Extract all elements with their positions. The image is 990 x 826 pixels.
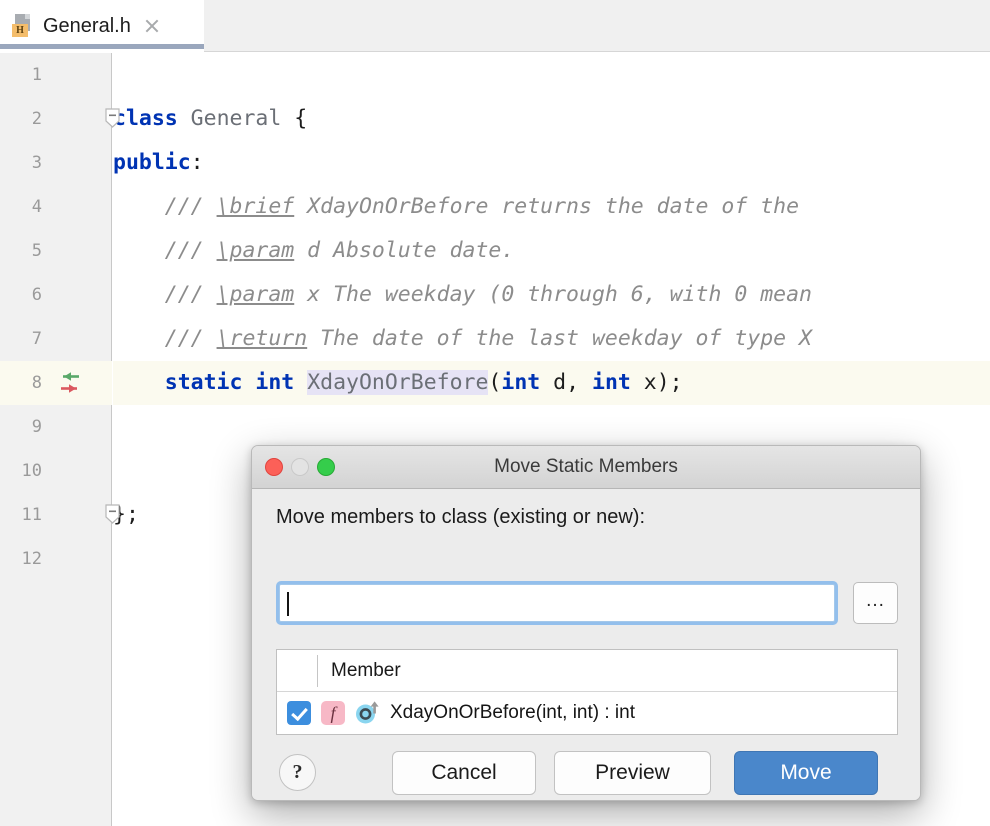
code-token-param: d, xyxy=(540,370,592,395)
screen: H General.h 1 2 3 4 5 6 7 8 9 10 11 12 c… xyxy=(0,0,990,826)
move-static-members-dialog: Move Static Members Move members to clas… xyxy=(251,445,921,801)
gutter-row: 8 xyxy=(0,361,112,405)
code-token-doc-tag: \param xyxy=(216,282,295,307)
preview-button[interactable]: Preview xyxy=(554,751,711,795)
table-row[interactable]: f XdayOnOrBefore(int, int): int xyxy=(277,692,897,734)
gutter-row: 6 xyxy=(0,273,112,317)
fold-collapse-icon[interactable] xyxy=(105,504,120,524)
gutter-row: 4 xyxy=(0,185,112,229)
gutter-row: 3 xyxy=(0,141,112,185)
line-number: 12 xyxy=(21,549,42,569)
member-label: XdayOnOrBefore(int, int) : int xyxy=(390,702,635,723)
dialog-title-bar[interactable]: Move Static Members xyxy=(252,446,920,489)
line-number: 2 xyxy=(31,109,42,129)
browse-class-button[interactable]: ... xyxy=(853,582,898,624)
close-icon[interactable] xyxy=(143,17,161,35)
gutter-row: 7 xyxy=(0,317,112,361)
code-line: /// \param x The weekday (0 through 6, w… xyxy=(113,273,990,317)
gutter-row: 10 xyxy=(0,449,112,493)
implemented-declared-arrows-icon[interactable] xyxy=(55,370,85,396)
code-token-selected-identifier: XdayOnOrBefore xyxy=(307,370,489,395)
code-line: /// \return The date of the last weekday… xyxy=(113,317,990,361)
column-header-member: Member xyxy=(331,660,401,681)
code-token-comment: /// xyxy=(164,282,217,307)
help-button[interactable]: ? xyxy=(279,754,316,791)
code-line: /// \brief XdayOnOrBefore returns the da… xyxy=(113,185,990,229)
code-token-comment: /// xyxy=(164,238,217,263)
code-token-punct: { xyxy=(294,106,308,131)
code-token-comment: x The weekday (0 through 6, with 0 mean xyxy=(294,282,812,307)
code-token-keyword: public xyxy=(113,150,191,175)
header-file-badge-label: H xyxy=(12,24,28,37)
target-class-label: Move members to class (existing or new): xyxy=(276,506,646,528)
ide-window: H General.h 1 2 3 4 5 6 7 8 9 10 11 12 c… xyxy=(0,0,990,826)
code-token-comment: d Absolute date. xyxy=(294,238,515,263)
header-file-icon: H xyxy=(12,14,34,38)
code-token-keyword: class xyxy=(113,106,178,131)
code-token-keyword: int xyxy=(501,370,541,395)
static-member-icon xyxy=(354,700,381,726)
function-badge-icon: f xyxy=(321,701,345,725)
code-line: /// \param d Absolute date. xyxy=(113,229,990,273)
code-token-identifier: General xyxy=(177,106,295,131)
code-line: class General { xyxy=(113,97,990,141)
target-class-input[interactable] xyxy=(279,584,835,622)
fold-collapse-icon[interactable] xyxy=(105,108,120,128)
line-number: 1 xyxy=(31,65,42,85)
line-number: 10 xyxy=(21,461,42,481)
line-number: 11 xyxy=(21,505,42,525)
target-class-focus-ring xyxy=(276,581,838,625)
text-caret xyxy=(287,592,289,616)
gutter-row: 1 xyxy=(0,53,112,97)
code-token-keyword: static xyxy=(164,370,243,395)
active-tab-underline xyxy=(0,44,204,49)
line-number: 3 xyxy=(31,153,42,173)
move-button[interactable]: Move xyxy=(734,751,878,795)
gutter-row: 9 xyxy=(0,405,112,449)
line-number: 6 xyxy=(31,285,42,305)
code-token-doc-tag: \param xyxy=(216,238,295,263)
gutter-row: 5 xyxy=(0,229,112,273)
code-token-comment: /// xyxy=(164,194,217,219)
code-token-punct: ( xyxy=(488,370,502,395)
column-separator xyxy=(317,655,318,687)
code-token-comment: XdayOnOrBefore returns the date of the xyxy=(294,194,800,219)
line-number: 7 xyxy=(31,329,42,349)
code-token-comment: /// xyxy=(164,326,217,351)
gutter-row: 12 xyxy=(0,537,112,581)
gutter-row: 11 xyxy=(0,493,120,537)
code-token-doc-tag: \brief xyxy=(216,194,295,219)
line-number: 5 xyxy=(31,241,42,261)
target-class-row: ... xyxy=(276,581,898,625)
members-table-header: Member xyxy=(277,650,897,692)
editor-tab-bar: H General.h xyxy=(0,0,990,52)
line-number: 4 xyxy=(31,197,42,217)
dialog-title: Move Static Members xyxy=(494,456,678,477)
code-line: public: xyxy=(113,141,990,185)
code-token-keyword: int xyxy=(255,370,295,395)
line-number: 9 xyxy=(31,417,42,437)
gutter-row: 2 xyxy=(0,97,120,141)
checkbox-checked-icon[interactable] xyxy=(287,701,311,725)
editor-tab-label: General.h xyxy=(43,14,131,37)
members-table[interactable]: Member f XdayOnOrBefore(int, int): int xyxy=(276,649,898,735)
code-token-doc-tag: \return xyxy=(216,326,308,351)
code-token-punct: : xyxy=(190,150,204,175)
cancel-button[interactable]: Cancel xyxy=(392,751,536,795)
line-number: 8 xyxy=(31,373,42,393)
code-token-comment: The date of the last weekday of type X xyxy=(307,326,812,351)
code-token-keyword: int xyxy=(592,370,631,395)
dialog-body: Move members to class (existing or new):… xyxy=(252,489,920,800)
code-token-param: x); xyxy=(630,370,683,395)
code-line-highlighted: static int XdayOnOrBefore(int d, int x); xyxy=(113,361,990,405)
